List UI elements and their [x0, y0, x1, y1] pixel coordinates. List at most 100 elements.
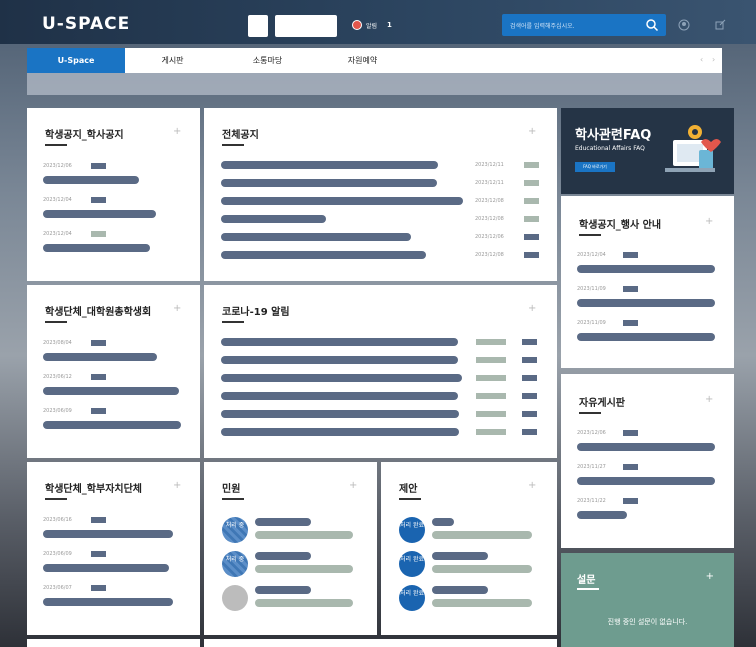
search-icon[interactable]	[645, 18, 659, 32]
list-item[interactable]	[577, 333, 715, 341]
list-item[interactable]	[43, 421, 181, 429]
title-underline	[222, 321, 244, 323]
panel-all-notice: 전체공지 + 2023/12/11 2023/12/11 2023/12/08 …	[204, 108, 557, 281]
chevron-right-icon[interactable]: ›	[712, 55, 715, 64]
item-date: 2023/06/07	[43, 585, 72, 591]
list-item[interactable]	[43, 387, 179, 395]
panel-proposal: 제안 + 처리 완료 처리 완료 처리 완료	[381, 462, 557, 635]
panel-faq[interactable]: 학사관련FAQ Educational Affairs FAQ FAQ 바로가기	[561, 108, 734, 194]
list-item[interactable]	[221, 374, 462, 382]
tab-resource-booking[interactable]: 자원예약	[315, 48, 410, 73]
panel-academic-notice: 학생공지_학사공지 + 2023/12/06 2023/12/04 2023/1…	[27, 108, 200, 281]
list-item[interactable]	[221, 356, 458, 364]
search-input[interactable]: 검색어를 입력해주십시오.	[510, 21, 575, 30]
panel-survey: 설문 + 진행 중인 설문이 없습니다.	[561, 553, 734, 647]
search-box[interactable]: 검색어를 입력해주십시오.	[502, 14, 666, 36]
plus-icon[interactable]: +	[173, 480, 181, 491]
item-date: 2023/06/09	[43, 551, 72, 557]
list-item[interactable]	[43, 530, 173, 538]
panel-title: 설문	[577, 575, 596, 586]
survey-empty-message: 진행 중인 설문이 없습니다.	[607, 618, 688, 626]
panel-undergrad-council: 학생단체_학부자치단체 + 2023/06/16 2023/06/09 2023…	[27, 462, 200, 635]
alarm-indicator[interactable]: 알림 1	[352, 20, 392, 30]
plus-icon[interactable]: +	[705, 216, 713, 227]
item-marker	[524, 180, 539, 186]
list-item[interactable]	[577, 265, 715, 273]
tab-uspace[interactable]: U-Space	[27, 48, 125, 73]
list-item[interactable]	[432, 586, 488, 594]
user-icon[interactable]	[678, 19, 690, 31]
item-marker	[522, 339, 537, 345]
item-marker	[623, 252, 638, 258]
panel-event-notice: 학생공지_행사 안내 + 2023/12/04 2023/11/09 2023/…	[561, 196, 734, 368]
status-badge: 처리 중	[222, 551, 248, 577]
plus-icon[interactable]: +	[706, 571, 714, 582]
list-item[interactable]	[255, 518, 311, 526]
item-date: 2023/11/09	[577, 286, 606, 292]
faq-button[interactable]: FAQ 바로가기	[575, 162, 615, 172]
item-date: 2023/06/09	[43, 408, 72, 414]
item-marker	[623, 464, 638, 470]
plus-icon[interactable]: +	[528, 126, 536, 137]
item-date: 2023/08/04	[43, 340, 72, 346]
item-marker	[524, 162, 539, 168]
list-item[interactable]	[577, 443, 715, 451]
list-item[interactable]	[255, 586, 311, 594]
list-item[interactable]	[255, 552, 311, 560]
item-date: 2023/12/08	[475, 198, 504, 204]
plus-icon[interactable]: +	[528, 480, 536, 491]
list-item[interactable]	[43, 353, 157, 361]
list-item[interactable]	[221, 251, 426, 259]
main-nav: U-Space 게시판 소통마당 자원예약 ‹ ›	[27, 48, 722, 73]
list-item[interactable]	[221, 428, 459, 436]
item-date: 2023/06/16	[43, 517, 72, 523]
item-marker	[522, 357, 537, 363]
panel-grad-council: 학생단체_대학원총학생회 + 2023/08/04 2023/06/12 202…	[27, 285, 200, 458]
item-marker	[476, 393, 506, 399]
list-item[interactable]	[43, 210, 156, 218]
list-item[interactable]	[221, 161, 438, 169]
logout-icon[interactable]	[714, 19, 726, 31]
banner-strip	[27, 73, 722, 95]
item-date: 2023/12/06	[577, 430, 606, 436]
list-item[interactable]	[577, 511, 627, 519]
chevron-left-icon[interactable]: ‹	[700, 55, 703, 64]
item-date: 2023/12/06	[475, 234, 504, 240]
logo[interactable]: U-SPACE	[42, 14, 130, 34]
list-item[interactable]	[43, 598, 173, 606]
list-item[interactable]	[221, 338, 458, 346]
list-item[interactable]	[577, 299, 715, 307]
title-underline	[222, 144, 244, 146]
list-item[interactable]	[43, 244, 150, 252]
list-item[interactable]	[221, 179, 437, 187]
list-item[interactable]	[43, 176, 139, 184]
list-item-sub	[255, 531, 353, 539]
plus-icon[interactable]: +	[349, 480, 357, 491]
list-item[interactable]	[221, 392, 458, 400]
status-badge: 처리 완료	[399, 517, 425, 543]
list-item[interactable]	[221, 410, 459, 418]
item-date: 2023/06/12	[43, 374, 72, 380]
item-date: 2023/12/06	[43, 163, 72, 169]
item-marker	[91, 551, 106, 557]
plus-icon[interactable]: +	[173, 126, 181, 137]
title-underline	[222, 498, 244, 500]
plus-icon[interactable]: +	[173, 303, 181, 314]
list-item[interactable]	[221, 233, 411, 241]
tab-board[interactable]: 게시판	[125, 48, 220, 73]
tab-communication[interactable]: 소통마당	[220, 48, 315, 73]
item-marker	[522, 375, 537, 381]
plus-icon[interactable]: +	[705, 394, 713, 405]
item-date: 2023/12/04	[43, 231, 72, 237]
list-item[interactable]	[432, 518, 454, 526]
status-badge: 처리 중	[222, 517, 248, 543]
list-item[interactable]	[577, 477, 715, 485]
list-item-sub	[432, 565, 532, 573]
plus-icon[interactable]: +	[528, 303, 536, 314]
list-item[interactable]	[221, 215, 326, 223]
list-item[interactable]	[43, 564, 169, 572]
panel-bottom-left	[27, 639, 200, 647]
item-date: 2023/12/08	[475, 216, 504, 222]
list-item[interactable]	[432, 552, 488, 560]
list-item[interactable]	[221, 197, 463, 205]
